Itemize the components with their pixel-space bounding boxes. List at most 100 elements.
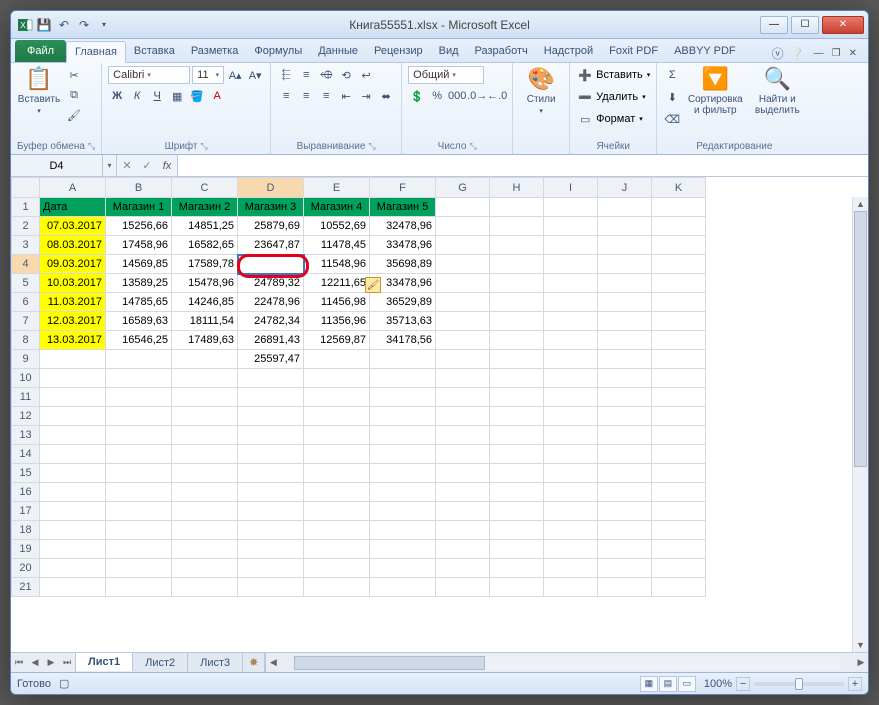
row-header[interactable]: 4 bbox=[12, 255, 40, 274]
cell[interactable]: 18111,54 bbox=[172, 312, 238, 331]
align-top-icon[interactable]: ⬱ bbox=[277, 66, 295, 84]
cell[interactable] bbox=[370, 350, 436, 369]
sheet-nav-last-icon[interactable]: ⏭ bbox=[59, 657, 75, 668]
cell[interactable] bbox=[172, 559, 238, 578]
cell[interactable] bbox=[598, 236, 652, 255]
cell[interactable] bbox=[238, 502, 304, 521]
cell[interactable] bbox=[304, 388, 370, 407]
col-header[interactable]: B bbox=[106, 178, 172, 198]
cell[interactable] bbox=[652, 540, 706, 559]
row-header[interactable]: 8 bbox=[12, 331, 40, 350]
row-header[interactable]: 16 bbox=[12, 483, 40, 502]
tab-abbyy[interactable]: ABBYY PDF bbox=[666, 40, 744, 62]
cell[interactable] bbox=[238, 559, 304, 578]
select-all-corner[interactable] bbox=[12, 178, 40, 198]
cell[interactable] bbox=[490, 369, 544, 388]
sheet-nav-first-icon[interactable]: ⏮ bbox=[11, 657, 27, 668]
cell[interactable]: 10552,69 bbox=[304, 217, 370, 236]
align-left-icon[interactable]: ≡ bbox=[277, 87, 295, 105]
cell[interactable] bbox=[598, 559, 652, 578]
cell[interactable] bbox=[106, 388, 172, 407]
cell[interactable] bbox=[544, 407, 598, 426]
mdi-min[interactable]: — bbox=[811, 48, 827, 59]
cell[interactable] bbox=[436, 426, 490, 445]
row-header[interactable]: 18 bbox=[12, 521, 40, 540]
cell[interactable] bbox=[436, 198, 490, 217]
cell[interactable] bbox=[40, 578, 106, 597]
close-button[interactable]: ✕ bbox=[822, 16, 864, 34]
cell[interactable] bbox=[172, 388, 238, 407]
cell[interactable]: 11356,96 bbox=[304, 312, 370, 331]
scroll-left-icon[interactable]: ◀ bbox=[266, 657, 280, 668]
cell[interactable]: 17589,78 bbox=[172, 255, 238, 274]
cell[interactable]: 13.03.2017 bbox=[40, 331, 106, 350]
maximize-button[interactable]: ☐ bbox=[791, 16, 819, 34]
cell[interactable] bbox=[598, 274, 652, 293]
cell[interactable] bbox=[106, 464, 172, 483]
new-sheet-button[interactable]: ✸ bbox=[243, 653, 265, 672]
cell[interactable] bbox=[436, 369, 490, 388]
sheet-tab[interactable]: Лист2 bbox=[133, 653, 188, 672]
cell[interactable]: 12.03.2017 bbox=[40, 312, 106, 331]
cell[interactable] bbox=[304, 350, 370, 369]
cell[interactable] bbox=[40, 559, 106, 578]
cell[interactable] bbox=[172, 502, 238, 521]
col-header[interactable]: H bbox=[490, 178, 544, 198]
cell[interactable] bbox=[490, 407, 544, 426]
vertical-scrollbar[interactable]: ▲ ▼ bbox=[852, 197, 868, 652]
cell[interactable] bbox=[598, 217, 652, 236]
cell[interactable] bbox=[652, 312, 706, 331]
zoom-level[interactable]: 100% bbox=[704, 678, 732, 690]
cell[interactable] bbox=[544, 198, 598, 217]
indent-inc-icon[interactable]: ⇥ bbox=[357, 87, 375, 105]
cell[interactable]: 32478,96 bbox=[370, 217, 436, 236]
wrap-text-icon[interactable]: ↩ bbox=[357, 66, 375, 84]
cell[interactable]: 22478,96 bbox=[238, 293, 304, 312]
italic-button[interactable]: К bbox=[128, 87, 146, 105]
cell[interactable] bbox=[370, 483, 436, 502]
cell[interactable] bbox=[304, 502, 370, 521]
font-color-icon[interactable]: A bbox=[208, 87, 226, 105]
cell[interactable] bbox=[598, 312, 652, 331]
cell[interactable] bbox=[370, 388, 436, 407]
help-icon[interactable]: ❔ bbox=[790, 47, 805, 61]
view-page-layout-icon[interactable]: ▤ bbox=[659, 676, 677, 692]
inc-decimal-icon[interactable]: .0→ bbox=[468, 87, 486, 105]
comma-icon[interactable]: 000 bbox=[448, 87, 466, 105]
cell[interactable] bbox=[172, 350, 238, 369]
cell[interactable] bbox=[436, 483, 490, 502]
cell[interactable] bbox=[40, 464, 106, 483]
cell[interactable]: 35713,63 bbox=[370, 312, 436, 331]
delete-cells-button[interactable]: ➖Удалить▾ bbox=[576, 88, 650, 106]
dialog-launcher-icon[interactable]: ⤡ bbox=[201, 141, 208, 151]
cell[interactable] bbox=[598, 426, 652, 445]
cell[interactable] bbox=[490, 464, 544, 483]
cell[interactable]: Дата bbox=[40, 198, 106, 217]
cell[interactable] bbox=[544, 559, 598, 578]
cell[interactable]: 11.03.2017 bbox=[40, 293, 106, 312]
cell[interactable] bbox=[544, 502, 598, 521]
cell[interactable]: 33478,96 bbox=[370, 236, 436, 255]
cell[interactable] bbox=[544, 255, 598, 274]
cell[interactable] bbox=[490, 502, 544, 521]
cell[interactable] bbox=[436, 578, 490, 597]
scroll-up-icon[interactable]: ▲ bbox=[853, 197, 868, 211]
cell[interactable] bbox=[40, 483, 106, 502]
cell[interactable] bbox=[238, 445, 304, 464]
cell[interactable] bbox=[490, 483, 544, 502]
tab-layout[interactable]: Разметка bbox=[183, 40, 247, 62]
cell[interactable]: 35698,89 bbox=[370, 255, 436, 274]
cell[interactable] bbox=[652, 426, 706, 445]
cell[interactable] bbox=[544, 293, 598, 312]
cell[interactable] bbox=[598, 407, 652, 426]
dialog-launcher-icon[interactable]: ⤡ bbox=[368, 141, 375, 151]
cell[interactable] bbox=[436, 388, 490, 407]
cell[interactable] bbox=[40, 388, 106, 407]
grow-font-icon[interactable]: A▴ bbox=[226, 66, 244, 84]
cell[interactable] bbox=[544, 445, 598, 464]
col-header[interactable]: A bbox=[40, 178, 106, 198]
cell[interactable] bbox=[304, 521, 370, 540]
row-header[interactable]: 20 bbox=[12, 559, 40, 578]
row-header[interactable]: 6 bbox=[12, 293, 40, 312]
cell[interactable] bbox=[490, 331, 544, 350]
